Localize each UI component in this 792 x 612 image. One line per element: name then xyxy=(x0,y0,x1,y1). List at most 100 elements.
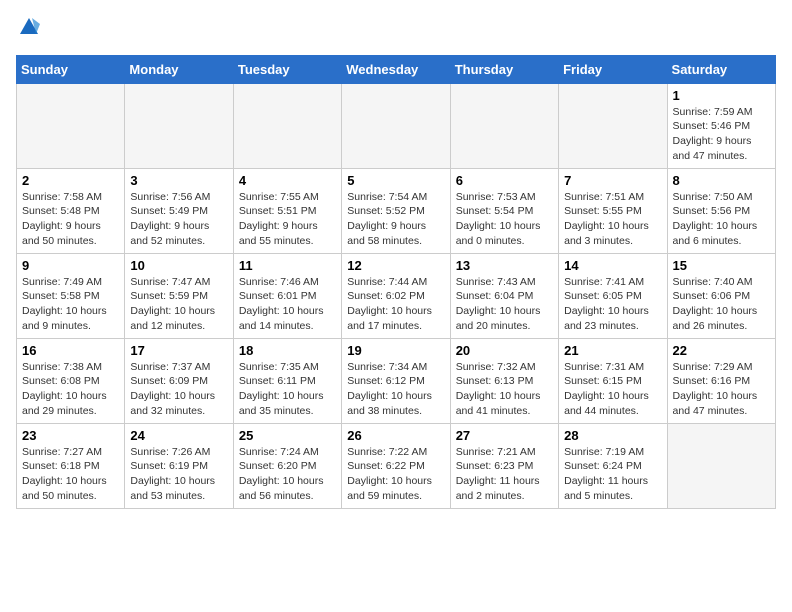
day-info-line: Sunset: 6:19 PM xyxy=(130,459,227,474)
day-info-line: Sunset: 6:04 PM xyxy=(456,289,553,304)
day-info-line: Sunrise: 7:47 AM xyxy=(130,275,227,290)
day-info-line: Daylight: 10 hours and 59 minutes. xyxy=(347,474,444,503)
logo xyxy=(16,16,40,43)
day-info-line: Sunrise: 7:44 AM xyxy=(347,275,444,290)
day-number: 19 xyxy=(347,343,444,358)
day-info-line: Sunset: 6:18 PM xyxy=(22,459,119,474)
calendar-cell: 15Sunrise: 7:40 AMSunset: 6:06 PMDayligh… xyxy=(667,253,775,338)
calendar-cell xyxy=(125,83,233,168)
day-info-line: Daylight: 10 hours and 0 minutes. xyxy=(456,219,553,248)
day-info-line: Sunset: 6:01 PM xyxy=(239,289,336,304)
calendar-cell: 14Sunrise: 7:41 AMSunset: 6:05 PMDayligh… xyxy=(559,253,667,338)
day-number: 27 xyxy=(456,428,553,443)
calendar-table: SundayMondayTuesdayWednesdayThursdayFrid… xyxy=(16,55,776,509)
logo-icon xyxy=(18,16,40,38)
day-info-line: Sunset: 6:20 PM xyxy=(239,459,336,474)
day-info-line: Sunset: 5:51 PM xyxy=(239,204,336,219)
calendar-cell: 28Sunrise: 7:19 AMSunset: 6:24 PMDayligh… xyxy=(559,423,667,508)
day-info-line: Sunset: 6:24 PM xyxy=(564,459,661,474)
calendar-cell: 20Sunrise: 7:32 AMSunset: 6:13 PMDayligh… xyxy=(450,338,558,423)
day-info-line: Sunrise: 7:51 AM xyxy=(564,190,661,205)
day-info-line: Sunset: 5:59 PM xyxy=(130,289,227,304)
day-info-line: Daylight: 10 hours and 17 minutes. xyxy=(347,304,444,333)
calendar-week-row: 9Sunrise: 7:49 AMSunset: 5:58 PMDaylight… xyxy=(17,253,776,338)
day-info-line: Sunrise: 7:50 AM xyxy=(673,190,770,205)
calendar-cell: 24Sunrise: 7:26 AMSunset: 6:19 PMDayligh… xyxy=(125,423,233,508)
day-info-line: Daylight: 10 hours and 12 minutes. xyxy=(130,304,227,333)
day-info-line: Daylight: 9 hours and 50 minutes. xyxy=(22,219,119,248)
day-info-line: Daylight: 10 hours and 56 minutes. xyxy=(239,474,336,503)
day-info-line: Daylight: 10 hours and 32 minutes. xyxy=(130,389,227,418)
day-info-line: Daylight: 10 hours and 53 minutes. xyxy=(130,474,227,503)
day-info-line: Daylight: 9 hours and 52 minutes. xyxy=(130,219,227,248)
calendar-cell: 9Sunrise: 7:49 AMSunset: 5:58 PMDaylight… xyxy=(17,253,125,338)
calendar-cell: 7Sunrise: 7:51 AMSunset: 5:55 PMDaylight… xyxy=(559,168,667,253)
calendar-cell: 17Sunrise: 7:37 AMSunset: 6:09 PMDayligh… xyxy=(125,338,233,423)
day-info-line: Daylight: 10 hours and 26 minutes. xyxy=(673,304,770,333)
day-info-line: Sunrise: 7:46 AM xyxy=(239,275,336,290)
calendar-cell: 22Sunrise: 7:29 AMSunset: 6:16 PMDayligh… xyxy=(667,338,775,423)
day-info-line: Sunset: 5:56 PM xyxy=(673,204,770,219)
day-info-line: Daylight: 10 hours and 50 minutes. xyxy=(22,474,119,503)
calendar-cell: 3Sunrise: 7:56 AMSunset: 5:49 PMDaylight… xyxy=(125,168,233,253)
day-info-line: Sunset: 5:58 PM xyxy=(22,289,119,304)
calendar-cell: 27Sunrise: 7:21 AMSunset: 6:23 PMDayligh… xyxy=(450,423,558,508)
day-info-line: Daylight: 10 hours and 20 minutes. xyxy=(456,304,553,333)
day-info-line: Sunrise: 7:29 AM xyxy=(673,360,770,375)
weekday-header: Saturday xyxy=(667,55,775,83)
calendar-cell: 26Sunrise: 7:22 AMSunset: 6:22 PMDayligh… xyxy=(342,423,450,508)
day-info-line: Sunrise: 7:35 AM xyxy=(239,360,336,375)
day-number: 20 xyxy=(456,343,553,358)
calendar-cell: 16Sunrise: 7:38 AMSunset: 6:08 PMDayligh… xyxy=(17,338,125,423)
day-info-line: Sunset: 5:55 PM xyxy=(564,204,661,219)
day-info-line: Sunrise: 7:55 AM xyxy=(239,190,336,205)
day-number: 5 xyxy=(347,173,444,188)
day-number: 16 xyxy=(22,343,119,358)
calendar-cell xyxy=(450,83,558,168)
calendar-header-row: SundayMondayTuesdayWednesdayThursdayFrid… xyxy=(17,55,776,83)
calendar-cell: 4Sunrise: 7:55 AMSunset: 5:51 PMDaylight… xyxy=(233,168,341,253)
weekday-header: Thursday xyxy=(450,55,558,83)
day-number: 7 xyxy=(564,173,661,188)
day-number: 12 xyxy=(347,258,444,273)
day-number: 8 xyxy=(673,173,770,188)
day-number: 18 xyxy=(239,343,336,358)
day-info-line: Sunrise: 7:19 AM xyxy=(564,445,661,460)
calendar-cell: 5Sunrise: 7:54 AMSunset: 5:52 PMDaylight… xyxy=(342,168,450,253)
day-info-line: Daylight: 10 hours and 9 minutes. xyxy=(22,304,119,333)
calendar-week-row: 2Sunrise: 7:58 AMSunset: 5:48 PMDaylight… xyxy=(17,168,776,253)
day-number: 17 xyxy=(130,343,227,358)
calendar-cell: 8Sunrise: 7:50 AMSunset: 5:56 PMDaylight… xyxy=(667,168,775,253)
day-info-line: Daylight: 10 hours and 23 minutes. xyxy=(564,304,661,333)
day-info-line: Sunset: 6:09 PM xyxy=(130,374,227,389)
day-info-line: Sunrise: 7:58 AM xyxy=(22,190,119,205)
day-number: 9 xyxy=(22,258,119,273)
weekday-header: Friday xyxy=(559,55,667,83)
weekday-header: Monday xyxy=(125,55,233,83)
day-info-line: Sunset: 6:22 PM xyxy=(347,459,444,474)
day-info-line: Sunrise: 7:38 AM xyxy=(22,360,119,375)
day-info-line: Sunrise: 7:43 AM xyxy=(456,275,553,290)
day-info-line: Daylight: 10 hours and 14 minutes. xyxy=(239,304,336,333)
day-info-line: Daylight: 10 hours and 44 minutes. xyxy=(564,389,661,418)
day-info-line: Daylight: 9 hours and 47 minutes. xyxy=(673,134,770,163)
calendar-cell: 12Sunrise: 7:44 AMSunset: 6:02 PMDayligh… xyxy=(342,253,450,338)
day-number: 14 xyxy=(564,258,661,273)
weekday-header: Tuesday xyxy=(233,55,341,83)
calendar-cell: 11Sunrise: 7:46 AMSunset: 6:01 PMDayligh… xyxy=(233,253,341,338)
day-number: 28 xyxy=(564,428,661,443)
day-number: 10 xyxy=(130,258,227,273)
day-info-line: Sunset: 6:23 PM xyxy=(456,459,553,474)
day-info-line: Sunrise: 7:22 AM xyxy=(347,445,444,460)
day-info-line: Sunrise: 7:56 AM xyxy=(130,190,227,205)
day-number: 1 xyxy=(673,88,770,103)
day-info-line: Sunrise: 7:21 AM xyxy=(456,445,553,460)
day-number: 2 xyxy=(22,173,119,188)
day-number: 15 xyxy=(673,258,770,273)
weekday-header: Sunday xyxy=(17,55,125,83)
day-info-line: Daylight: 9 hours and 55 minutes. xyxy=(239,219,336,248)
day-number: 24 xyxy=(130,428,227,443)
calendar-cell: 1Sunrise: 7:59 AMSunset: 5:46 PMDaylight… xyxy=(667,83,775,168)
day-info-line: Sunrise: 7:31 AM xyxy=(564,360,661,375)
calendar-cell: 13Sunrise: 7:43 AMSunset: 6:04 PMDayligh… xyxy=(450,253,558,338)
